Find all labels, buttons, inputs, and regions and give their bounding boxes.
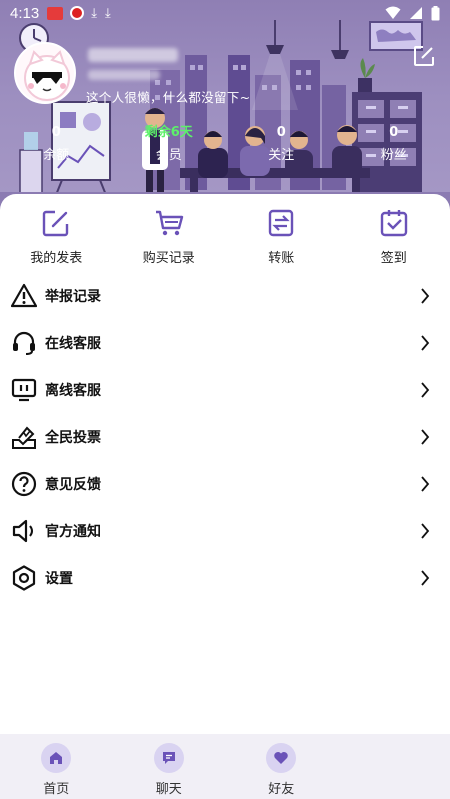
menu-item-report-records[interactable]: 举报记录	[0, 272, 450, 319]
menu-item-feedback[interactable]: 意见反馈	[0, 460, 450, 507]
menu-item-official-notice[interactable]: 官方通知	[0, 507, 450, 554]
speaker-icon	[10, 517, 38, 545]
app-notification-icon	[47, 6, 64, 20]
shortcut-purchase-history[interactable]: 购买记录	[113, 208, 226, 272]
wifi-icon	[385, 6, 401, 19]
status-bar: 4:13 ⤓ ⤓	[0, 0, 450, 26]
chevron-right-icon	[421, 381, 430, 398]
stat-membership[interactable]: 剩余6天 会员	[113, 124, 226, 163]
menu-item-online-support[interactable]: 在线客服	[0, 319, 450, 366]
chevron-right-icon	[421, 334, 430, 351]
shortcut-check-in[interactable]: 签到	[338, 208, 450, 272]
shortcut-label: 签到	[380, 251, 407, 266]
home-icon	[41, 743, 72, 773]
profile-signature: 这个人很懒，什么都没留下~	[86, 90, 251, 105]
menu-item-offline-support[interactable]: 离线客服	[0, 366, 450, 413]
profile-stats: 0 余额 剩余6天 会员 0 关注 0 粉丝	[0, 124, 450, 163]
shortcut-label: 转账	[268, 251, 295, 266]
menu-item-label: 意见反馈	[45, 476, 101, 493]
menu-item-label: 官方通知	[45, 523, 101, 540]
shortcut-transfer[interactable]: 转账	[225, 208, 338, 272]
menu-item-public-vote[interactable]: 全民投票	[0, 413, 450, 460]
signal-icon	[410, 7, 422, 19]
nav-home[interactable]: 首页	[0, 734, 113, 799]
stat-label: 余额	[43, 148, 70, 163]
shortcut-label: 我的发表	[30, 251, 83, 266]
warning-icon	[10, 282, 38, 310]
menu-item-settings[interactable]: 设置	[0, 554, 450, 601]
transfer-icon	[269, 209, 294, 237]
chevron-right-icon	[421, 287, 430, 304]
nav-chat[interactable]: 聊天	[113, 734, 226, 799]
menu-item-label: 设置	[45, 570, 73, 587]
nav-label: 首页	[43, 782, 70, 797]
stat-balance[interactable]: 0 余额	[0, 124, 113, 163]
monitor-icon	[10, 376, 38, 404]
battery-icon	[431, 5, 440, 20]
menu-item-label: 离线客服	[45, 382, 101, 399]
userid-redacted	[88, 70, 160, 80]
office-illustration	[0, 20, 450, 215]
edit-profile-icon[interactable]	[412, 44, 436, 68]
check-in-icon	[380, 210, 407, 237]
chat-icon	[153, 743, 184, 773]
menu-list: 举报记录 在线客服 离线客服 全民投票 意见反馈 官方通知 设置	[0, 272, 450, 601]
settings-hexagon-icon	[10, 564, 38, 592]
chevron-right-icon	[421, 428, 430, 445]
stat-value: 剩余6天	[144, 125, 193, 140]
menu-card: 我的发表 购买记录 转账 签到 举报记录 在线客服 离线客服 全民投票 意见反馈…	[0, 194, 450, 734]
nav-label: 聊天	[155, 782, 182, 797]
stat-label: 粉丝	[380, 148, 407, 163]
menu-item-label: 在线客服	[45, 335, 101, 352]
username-redacted	[88, 48, 178, 62]
stat-label: 关注	[268, 148, 295, 163]
status-time: 4:13	[10, 4, 40, 22]
nav-friends[interactable]: 好友	[225, 734, 338, 799]
avatar[interactable]	[14, 42, 76, 104]
headset-icon	[10, 329, 38, 357]
bottom-navigation: 首页 聊天 好友	[0, 734, 450, 799]
vote-icon	[10, 423, 38, 451]
nav-label: 好友	[268, 782, 295, 797]
edit-square-icon	[43, 210, 69, 237]
menu-item-label: 全民投票	[45, 429, 101, 446]
shortcut-row: 我的发表 购买记录 转账 签到	[0, 194, 450, 272]
heart-icon	[266, 743, 297, 773]
download-icon: ⤓	[104, 5, 111, 21]
shortcut-my-posts[interactable]: 我的发表	[0, 208, 113, 272]
menu-item-label: 举报记录	[45, 288, 101, 305]
chevron-right-icon	[421, 569, 430, 586]
stat-followers[interactable]: 0 粉丝	[338, 124, 450, 163]
chevron-right-icon	[421, 522, 430, 539]
download-icon: ⤓	[91, 5, 97, 21]
app-notification-icon	[70, 6, 85, 20]
stat-label: 会员	[155, 148, 182, 163]
stat-following[interactable]: 0 关注	[225, 124, 338, 163]
stat-value: 0	[389, 125, 399, 140]
chevron-right-icon	[421, 475, 430, 492]
cart-icon	[155, 210, 183, 236]
profile-header: 4:13 ⤓ ⤓ 这个人很懒，什么都没留下~ 0 余额 剩余6天 会员 0 关注…	[0, 0, 450, 215]
shortcut-label: 购买记录	[142, 251, 195, 266]
stat-value: 0	[51, 125, 61, 140]
stat-value: 0	[276, 125, 286, 140]
question-icon	[10, 470, 38, 498]
